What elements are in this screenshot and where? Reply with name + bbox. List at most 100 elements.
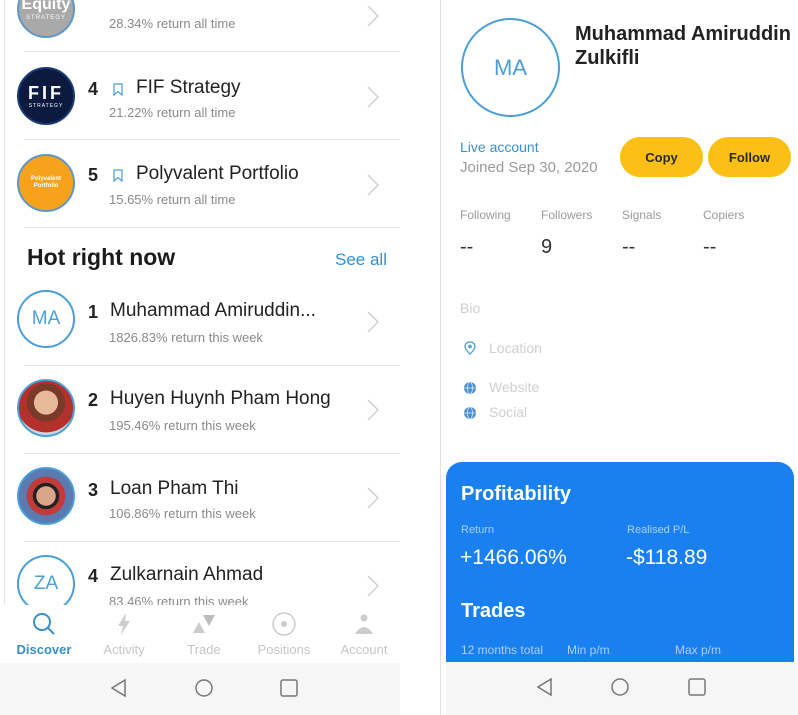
location-pin-icon <box>464 341 476 355</box>
target-icon <box>272 612 296 636</box>
profitability-card: Profitability Return +1466.06% Realised … <box>446 462 794 662</box>
location-text: Location <box>489 340 542 356</box>
tab-positions[interactable]: Positions <box>244 605 324 663</box>
trades-col-min: Min p/m <box>567 643 610 657</box>
avatar-text: Polyvalent <box>30 175 61 182</box>
back-icon[interactable] <box>534 676 556 698</box>
trader-avatar-photo <box>17 379 75 437</box>
stat-value-following[interactable]: -- <box>460 236 473 259</box>
rank-number: 4 <box>88 566 99 586</box>
strategy-name: Polyvalent Portfolio <box>136 163 299 184</box>
rank-number: 4 <box>88 79 99 99</box>
strategy-subtitle: 21.22% return all time <box>109 105 236 120</box>
stat-label-copiers: Copiers <box>703 208 745 222</box>
chevron-right-icon <box>367 86 380 108</box>
tab-activity[interactable]: Activity <box>84 605 164 663</box>
trader-row[interactable]: 2 Huyen Huynh Pham Hong 195.46% return t… <box>0 366 400 454</box>
divider <box>440 0 441 715</box>
pl-label: Realised P/L <box>627 524 690 536</box>
stat-value-signals[interactable]: -- <box>622 236 635 259</box>
chevron-right-icon <box>367 311 380 333</box>
bottom-tab-bar: Discover Activity Trade Positions Accoun… <box>0 605 400 663</box>
trader-name: Huyen Huynh Pham Hong <box>110 388 331 409</box>
chevron-right-icon <box>367 174 380 196</box>
avatar-initials: MA <box>31 308 61 329</box>
avatar-text: FIF <box>28 82 64 103</box>
strategy-name: FIF Strategy <box>136 77 241 98</box>
trades-title: Trades <box>461 600 526 622</box>
return-value: +1466.06% <box>460 546 567 569</box>
strategy-avatar: FIF STRATEGY <box>17 67 75 125</box>
stat-label-followers: Followers <box>541 208 593 222</box>
recents-icon[interactable] <box>686 676 708 698</box>
lightning-icon <box>118 613 130 635</box>
copy-button[interactable]: Copy <box>620 137 703 177</box>
joined-date: Joined Sep 30, 2020 <box>460 159 598 176</box>
profile-avatar: MA <box>461 18 560 117</box>
chevron-right-icon <box>367 399 380 421</box>
website-text: Website <box>489 379 540 395</box>
trade-icon <box>193 615 215 633</box>
home-icon[interactable] <box>193 677 215 699</box>
bookmark-icon[interactable] <box>113 169 123 182</box>
trader-row[interactable]: 3 Loan Pham Thi 106.86% return this week <box>0 454 400 542</box>
tab-label: Trade <box>187 642 221 657</box>
stat-value-copiers[interactable]: -- <box>703 236 716 259</box>
strategy-subtitle: 28.34% return all time <box>109 16 236 31</box>
trader-subtitle: 106.86% return this week <box>109 506 256 521</box>
person-icon <box>355 614 373 634</box>
strategy-row[interactable]: Equity STRATEGY 28.34% return all time <box>0 0 400 52</box>
rank-number: 1 <box>88 302 99 322</box>
trader-name: Zulkarnain Ahmad <box>110 564 264 585</box>
tab-discover[interactable]: Discover <box>4 605 84 663</box>
avatar-subtext: Portfolio <box>33 183 59 189</box>
section-title: Hot right now <box>27 244 176 270</box>
strategy-subtitle: 15.65% return all time <box>109 192 236 207</box>
globe-icon <box>464 381 476 395</box>
avatar-subtext: STRATEGY <box>26 15 66 21</box>
tab-account[interactable]: Account <box>324 605 400 663</box>
tab-trade[interactable]: Trade <box>164 605 244 663</box>
back-icon[interactable] <box>108 677 130 699</box>
profile-screen: MA Muhammad Amiruddin Zulkifli Live acco… <box>410 0 798 715</box>
recents-icon[interactable] <box>278 677 300 699</box>
trader-avatar: MA <box>17 290 75 348</box>
bookmark-icon[interactable] <box>113 83 123 96</box>
stat-value-followers[interactable]: 9 <box>541 236 552 259</box>
screenshot-composite: Equity STRATEGY 28.34% return all time F… <box>0 0 798 715</box>
stat-label-signals: Signals <box>622 208 662 222</box>
trader-subtitle: 195.46% return this week <box>109 418 256 433</box>
avatar-initials: ZA <box>33 573 59 594</box>
chevron-right-icon <box>367 487 380 509</box>
avatar-initials: MA <box>494 54 527 80</box>
follow-button[interactable]: Follow <box>708 137 791 177</box>
strategy-avatar: Equity STRATEGY <box>17 0 75 38</box>
see-all-link[interactable]: See all <box>335 250 387 270</box>
trader-avatar-photo <box>17 467 75 525</box>
trader-name: Loan Pham Thi <box>110 478 239 499</box>
rank-number: 3 <box>88 480 99 500</box>
rank-number: 5 <box>88 165 99 185</box>
strategy-row[interactable]: FIF STRATEGY 4 FIF Strategy 21.22% retur… <box>0 52 400 140</box>
rank-number: 2 <box>88 390 99 410</box>
trades-col-total: 12 months total <box>461 643 544 657</box>
system-nav-bar <box>0 663 400 715</box>
strategy-row[interactable]: Polyvalent Portfolio 5 Polyvalent Portfo… <box>0 140 400 228</box>
row-divider <box>24 227 400 228</box>
tab-label: Discover <box>16 642 72 657</box>
avatar-text: Equity <box>21 0 71 13</box>
profitability-title: Profitability <box>461 483 572 505</box>
tab-label: Account <box>340 642 388 657</box>
profile-name: Muhammad Amiruddin Zulkifli <box>575 23 791 69</box>
globe-icon <box>464 406 476 420</box>
return-label: Return <box>461 524 495 536</box>
bio-placeholder: Bio <box>460 300 481 316</box>
tab-label: Positions <box>257 642 311 657</box>
chevron-right-icon <box>367 5 380 27</box>
trader-row[interactable]: MA 1 Muhammad Amiruddin... 1826.83% retu… <box>0 278 400 366</box>
stat-label-following: Following <box>460 208 511 222</box>
home-icon[interactable] <box>609 676 631 698</box>
trader-subtitle: 1826.83% return this week <box>109 330 263 345</box>
trades-col-max: Max p/m <box>675 643 722 657</box>
search-icon <box>33 613 55 635</box>
